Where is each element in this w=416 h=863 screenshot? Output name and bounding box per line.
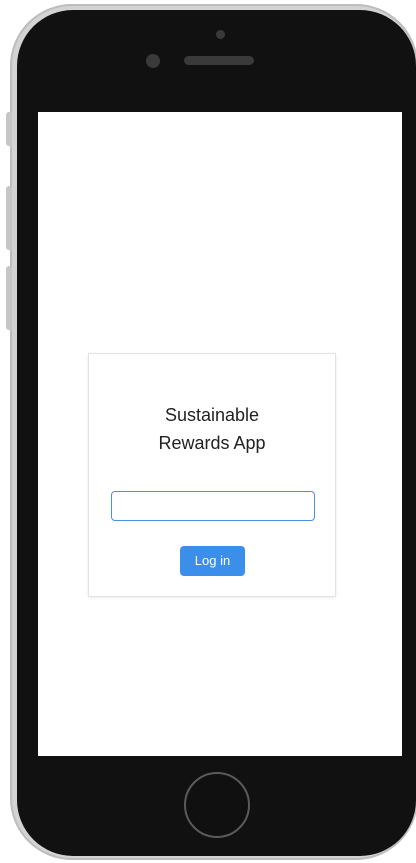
volume-down-button (6, 266, 12, 330)
login-button[interactable]: Log in (180, 546, 245, 576)
login-card: Sustainable Rewards App Log in (88, 353, 336, 597)
front-camera (146, 54, 160, 68)
app-title: Sustainable Rewards App (89, 401, 335, 457)
mute-switch (6, 112, 12, 146)
phone-mockup: Sustainable Rewards App Log in (0, 0, 416, 863)
home-button[interactable] (184, 772, 250, 838)
volume-up-button (6, 186, 12, 250)
app-title-line2: Rewards App (158, 433, 266, 453)
phone-screen: Sustainable Rewards App Log in (38, 112, 402, 756)
login-input[interactable] (111, 491, 315, 521)
app-title-line1: Sustainable (164, 405, 260, 425)
speaker-grille (184, 56, 254, 65)
camera-dot (216, 30, 225, 39)
